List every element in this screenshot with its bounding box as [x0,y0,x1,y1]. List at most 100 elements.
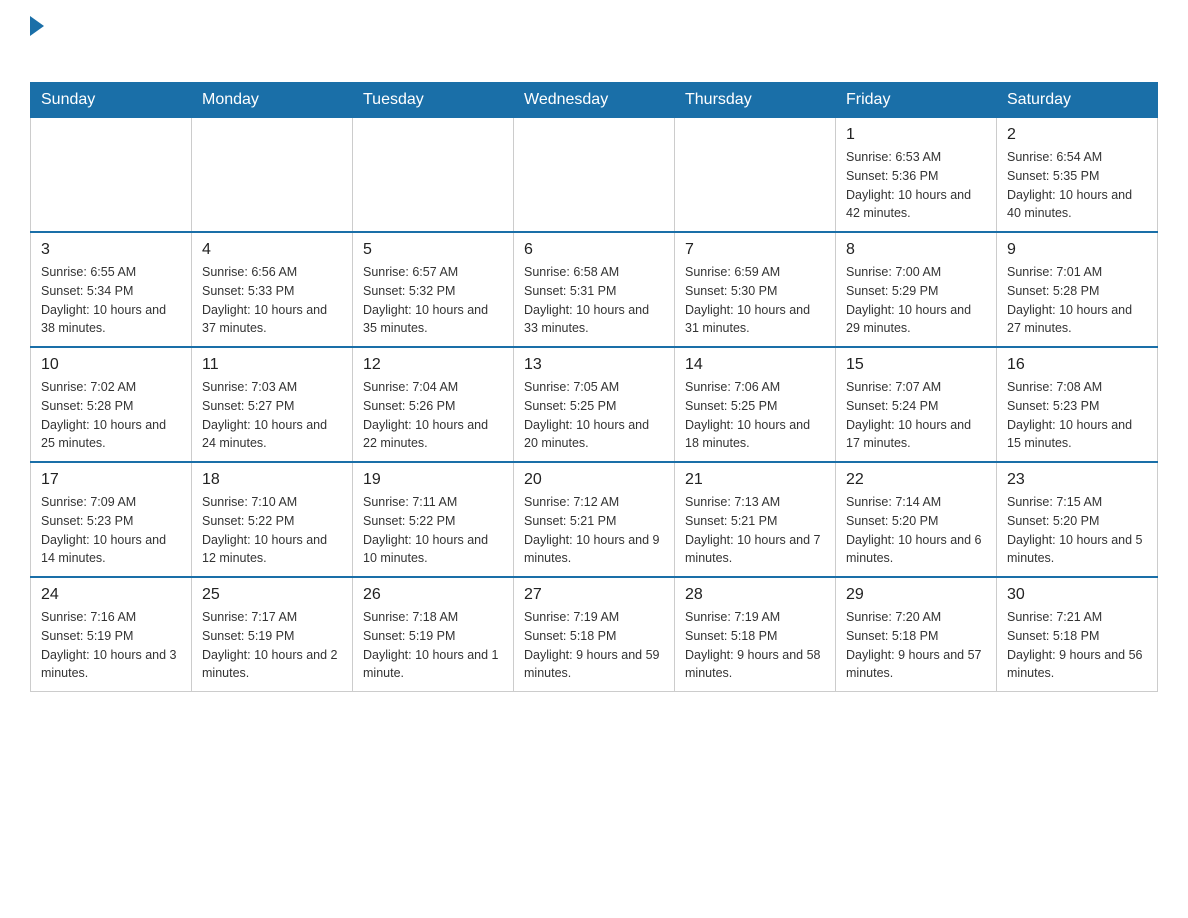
day-info: Sunrise: 7:12 AM Sunset: 5:21 PM Dayligh… [524,493,664,568]
day-info: Sunrise: 7:11 AM Sunset: 5:22 PM Dayligh… [363,493,503,568]
day-number: 26 [363,586,503,604]
calendar-week-row: 24 Sunrise: 7:16 AM Sunset: 5:19 PM Dayli… [31,577,1158,692]
calendar-day: 8 Sunrise: 7:00 AM Sunset: 5:29 PM Daylig… [836,232,997,347]
day-number: 8 [846,241,986,259]
calendar-week-row: 3 Sunrise: 6:55 AM Sunset: 5:34 PM Daylig… [31,232,1158,347]
day-info: Sunrise: 7:18 AM Sunset: 5:19 PM Dayligh… [363,608,503,683]
calendar-day: 7 Sunrise: 6:59 AM Sunset: 5:30 PM Daylig… [675,232,836,347]
calendar-day [675,118,836,233]
calendar-day: 13 Sunrise: 7:05 AM Sunset: 5:25 PM Dayli… [514,347,675,462]
calendar-day: 21 Sunrise: 7:13 AM Sunset: 5:21 PM Dayli… [675,462,836,577]
day-info: Sunrise: 7:04 AM Sunset: 5:26 PM Dayligh… [363,378,503,453]
calendar-day: 16 Sunrise: 7:08 AM Sunset: 5:23 PM Dayli… [997,347,1158,462]
calendar-day [353,118,514,233]
calendar-day: 17 Sunrise: 7:09 AM Sunset: 5:23 PM Dayli… [31,462,192,577]
weekday-header-saturday: Saturday [997,83,1158,118]
day-number: 1 [846,126,986,144]
calendar-week-row: 17 Sunrise: 7:09 AM Sunset: 5:23 PM Dayli… [31,462,1158,577]
day-number: 15 [846,356,986,374]
calendar-day: 14 Sunrise: 7:06 AM Sunset: 5:25 PM Dayli… [675,347,836,462]
day-info: Sunrise: 7:02 AM Sunset: 5:28 PM Dayligh… [41,378,181,453]
day-info: Sunrise: 7:17 AM Sunset: 5:19 PM Dayligh… [202,608,342,683]
calendar-day: 15 Sunrise: 7:07 AM Sunset: 5:24 PM Dayli… [836,347,997,462]
day-number: 4 [202,241,342,259]
logo-arrow-icon [30,16,44,36]
day-info: Sunrise: 7:21 AM Sunset: 5:18 PM Dayligh… [1007,608,1147,683]
day-number: 28 [685,586,825,604]
day-info: Sunrise: 7:13 AM Sunset: 5:21 PM Dayligh… [685,493,825,568]
day-number: 14 [685,356,825,374]
day-info: Sunrise: 7:07 AM Sunset: 5:24 PM Dayligh… [846,378,986,453]
calendar-day: 25 Sunrise: 7:17 AM Sunset: 5:19 PM Dayli… [192,577,353,692]
day-number: 27 [524,586,664,604]
weekday-header-thursday: Thursday [675,83,836,118]
day-info: Sunrise: 6:54 AM Sunset: 5:35 PM Dayligh… [1007,148,1147,223]
day-info: Sunrise: 7:03 AM Sunset: 5:27 PM Dayligh… [202,378,342,453]
calendar-day: 27 Sunrise: 7:19 AM Sunset: 5:18 PM Dayli… [514,577,675,692]
calendar-day: 20 Sunrise: 7:12 AM Sunset: 5:21 PM Dayli… [514,462,675,577]
calendar-day: 3 Sunrise: 6:55 AM Sunset: 5:34 PM Daylig… [31,232,192,347]
weekday-header-row: SundayMondayTuesdayWednesdayThursdayFrid… [31,83,1158,118]
calendar-day [31,118,192,233]
day-number: 12 [363,356,503,374]
day-number: 7 [685,241,825,259]
day-number: 25 [202,586,342,604]
calendar-day: 29 Sunrise: 7:20 AM Sunset: 5:18 PM Dayli… [836,577,997,692]
weekday-header-monday: Monday [192,83,353,118]
calendar-table: SundayMondayTuesdayWednesdayThursdayFrid… [30,82,1158,692]
calendar-day: 24 Sunrise: 7:16 AM Sunset: 5:19 PM Dayli… [31,577,192,692]
weekday-header-friday: Friday [836,83,997,118]
day-info: Sunrise: 6:59 AM Sunset: 5:30 PM Dayligh… [685,263,825,338]
day-number: 6 [524,241,664,259]
calendar-day: 22Sunrise: 7:14 AM Sunset: 5:20 PM Dayli… [836,462,997,577]
day-number: 18 [202,471,342,489]
day-number: 29 [846,586,986,604]
page-header [30,20,1158,62]
day-number: 9 [1007,241,1147,259]
day-info: Sunrise: 7:15 AM Sunset: 5:20 PM Dayligh… [1007,493,1147,568]
calendar-day: 4 Sunrise: 6:56 AM Sunset: 5:33 PM Daylig… [192,232,353,347]
day-info: Sunrise: 6:56 AM Sunset: 5:33 PM Dayligh… [202,263,342,338]
day-number: 23 [1007,471,1147,489]
day-info: Sunrise: 7:00 AM Sunset: 5:29 PM Dayligh… [846,263,986,338]
calendar-day: 12 Sunrise: 7:04 AM Sunset: 5:26 PM Dayli… [353,347,514,462]
day-number: 16 [1007,356,1147,374]
day-info: Sunrise: 7:19 AM Sunset: 5:18 PM Dayligh… [524,608,664,683]
calendar-week-row: 10 Sunrise: 7:02 AM Sunset: 5:28 PM Dayli… [31,347,1158,462]
logo [30,20,44,62]
day-number: 17 [41,471,181,489]
calendar-day: 18 Sunrise: 7:10 AM Sunset: 5:22 PM Dayli… [192,462,353,577]
day-number: 30 [1007,586,1147,604]
day-number: 2 [1007,126,1147,144]
day-number: 13 [524,356,664,374]
day-number: 10 [41,356,181,374]
day-info: Sunrise: 7:05 AM Sunset: 5:25 PM Dayligh… [524,378,664,453]
weekday-header-tuesday: Tuesday [353,83,514,118]
day-info: Sunrise: 7:10 AM Sunset: 5:22 PM Dayligh… [202,493,342,568]
day-info: Sunrise: 7:06 AM Sunset: 5:25 PM Dayligh… [685,378,825,453]
day-info: Sunrise: 7:01 AM Sunset: 5:28 PM Dayligh… [1007,263,1147,338]
day-info: Sunrise: 6:58 AM Sunset: 5:31 PM Dayligh… [524,263,664,338]
calendar-day: 19 Sunrise: 7:11 AM Sunset: 5:22 PM Dayli… [353,462,514,577]
day-number: 22 [846,471,986,489]
day-number: 3 [41,241,181,259]
day-info: Sunrise: 6:55 AM Sunset: 5:34 PM Dayligh… [41,263,181,338]
calendar-day: 23 Sunrise: 7:15 AM Sunset: 5:20 PM Dayli… [997,462,1158,577]
day-number: 21 [685,471,825,489]
day-info: Sunrise: 6:53 AM Sunset: 5:36 PM Dayligh… [846,148,986,223]
day-info: Sunrise: 6:57 AM Sunset: 5:32 PM Dayligh… [363,263,503,338]
day-info: Sunrise: 7:16 AM Sunset: 5:19 PM Dayligh… [41,608,181,683]
day-info: Sunrise: 7:20 AM Sunset: 5:18 PM Dayligh… [846,608,986,683]
calendar-day: 26 Sunrise: 7:18 AM Sunset: 5:19 PM Dayli… [353,577,514,692]
day-number: 19 [363,471,503,489]
day-info: Sunrise: 7:19 AM Sunset: 5:18 PM Dayligh… [685,608,825,683]
day-info: Sunrise: 7:09 AM Sunset: 5:23 PM Dayligh… [41,493,181,568]
calendar-day: 5Sunrise: 6:57 AM Sunset: 5:32 PM Daylig… [353,232,514,347]
calendar-day: 11 Sunrise: 7:03 AM Sunset: 5:27 PM Dayli… [192,347,353,462]
day-number: 24 [41,586,181,604]
calendar-day: 28 Sunrise: 7:19 AM Sunset: 5:18 PM Dayli… [675,577,836,692]
day-info: Sunrise: 7:08 AM Sunset: 5:23 PM Dayligh… [1007,378,1147,453]
day-number: 20 [524,471,664,489]
calendar-day: 30 Sunrise: 7:21 AM Sunset: 5:18 PM Dayli… [997,577,1158,692]
day-number: 11 [202,356,342,374]
